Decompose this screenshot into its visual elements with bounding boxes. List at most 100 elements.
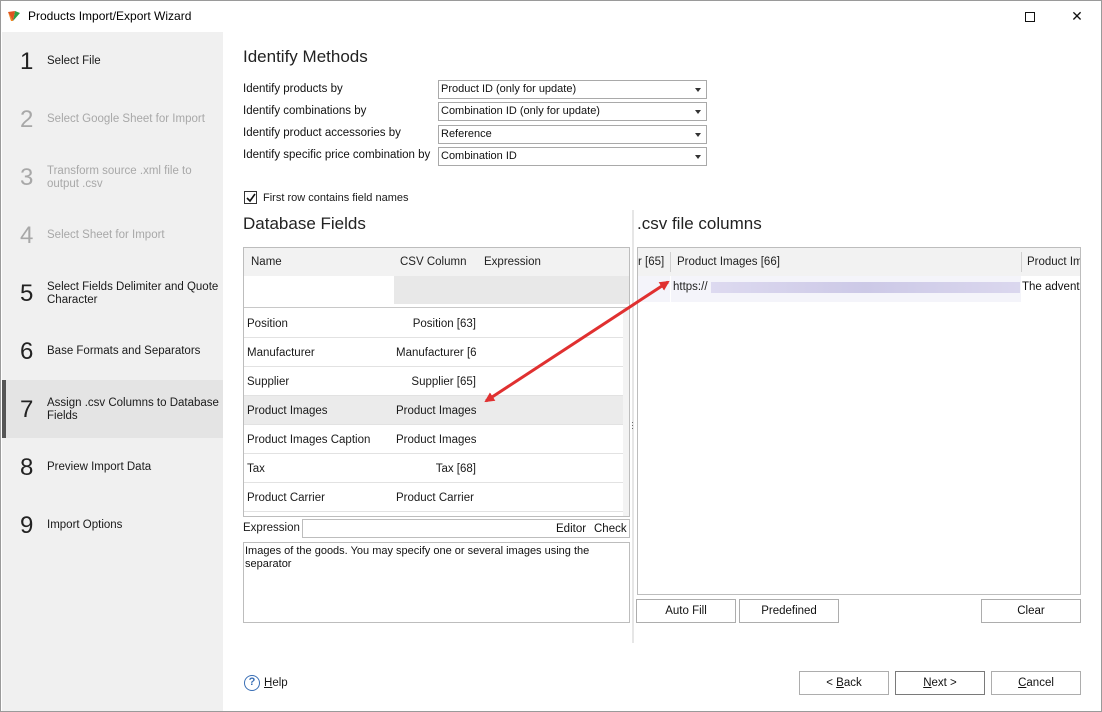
table-row[interactable]: Product Carrier Product Carrier	[244, 483, 623, 512]
window-title: Products Import/Export Wizard	[28, 9, 192, 23]
table-row[interactable]: Supplier Supplier [65]	[244, 367, 623, 396]
maximize-icon	[1025, 11, 1035, 22]
identify-specific-price-select[interactable]: Combination ID	[438, 147, 707, 166]
close-button[interactable]: ✕	[1054, 1, 1100, 32]
column-header-supplier[interactable]: r [65]	[638, 256, 664, 268]
dropdown-arrow-icon	[695, 155, 701, 159]
vertical-scrollbar[interactable]	[623, 308, 629, 516]
table-cell	[638, 276, 670, 302]
step-label: Select File	[47, 55, 101, 67]
step-label: Import Options	[47, 519, 123, 531]
step-fields-delimiter[interactable]: 5 Select Fields Delimiter and Quote Char…	[2, 264, 223, 322]
field-name: Position	[247, 318, 288, 330]
select-value: Product ID (only for update)	[441, 83, 577, 95]
field-description-box: Images of the goods. You may specify one…	[243, 542, 630, 623]
csv-column-value: Manufacturer [6	[396, 347, 476, 359]
column-header-expression[interactable]: Expression	[484, 256, 541, 268]
image-url-cell: https://	[673, 281, 708, 293]
next-button[interactable]: Next >	[895, 671, 985, 695]
identify-combinations-label: Identify combinations by	[243, 105, 367, 117]
grid-filter-row	[244, 276, 629, 304]
table-row-selected[interactable]: Product Images Product Images	[244, 396, 623, 425]
identify-accessories-select[interactable]: Reference	[438, 125, 707, 144]
divider	[1021, 252, 1022, 272]
wizard-window: Products Import/Export Wizard ✕ 1 Select…	[0, 0, 1102, 712]
step-number: 4	[20, 222, 34, 249]
csv-column-value: Supplier [65]	[411, 376, 476, 388]
maximize-button[interactable]	[1007, 1, 1053, 32]
step-preview-import[interactable]: 8 Preview Import Data	[2, 438, 223, 496]
name-filter-input[interactable]	[244, 276, 394, 304]
csv-columns-title: .csv file columns	[637, 214, 762, 233]
field-name: Product Images Caption	[247, 434, 371, 446]
csv-columns-grid: r [65] Product Images [66] Product Im ht…	[637, 247, 1081, 595]
select-value: Reference	[441, 128, 492, 140]
field-name: Tax	[247, 463, 265, 475]
column-header-name[interactable]: Name	[251, 256, 282, 268]
identify-products-label: Identify products by	[243, 83, 343, 95]
help-link[interactable]: Help	[264, 677, 288, 689]
step-base-formats[interactable]: 6 Base Formats and Separators	[2, 322, 223, 380]
identify-methods-title: Identify Methods	[243, 47, 368, 66]
identify-combinations-select[interactable]: Combination ID (only for update)	[438, 102, 707, 121]
step-label: Base Formats and Separators	[47, 345, 201, 357]
title-bar: Products Import/Export Wizard ✕	[1, 1, 1101, 32]
redacted-text	[711, 282, 1020, 293]
auto-fill-button[interactable]: Auto Fill	[636, 599, 736, 623]
grid-header: r [65] Product Images [66] Product Im	[638, 248, 1080, 276]
table-row[interactable]: https:// The advent	[638, 276, 1080, 302]
field-name: Manufacturer	[247, 347, 315, 359]
splitter-grip-icon: · · ·	[631, 417, 634, 433]
step-label: Select Sheet for Import	[47, 229, 165, 241]
clear-button[interactable]: Clear	[981, 599, 1081, 623]
step-select-file[interactable]: 1 Select File	[2, 32, 223, 90]
checkmark-icon	[246, 193, 256, 203]
table-row[interactable]: Manufacturer Manufacturer [6	[244, 338, 623, 367]
csv-column-value: Tax [68]	[435, 463, 476, 475]
identify-accessories-label: Identify product accessories by	[243, 127, 401, 139]
column-header-product-images-caption[interactable]: Product Im	[1027, 256, 1080, 268]
dropdown-arrow-icon	[695, 133, 701, 137]
step-number: 8	[20, 454, 34, 481]
step-number: 5	[20, 280, 34, 307]
caption-cell: The advent	[1022, 281, 1080, 293]
field-name: Supplier	[247, 376, 290, 388]
back-button[interactable]: < Back	[799, 671, 889, 695]
app-logo-icon	[8, 11, 20, 21]
step-label: Preview Import Data	[47, 461, 152, 473]
dropdown-arrow-icon	[695, 110, 701, 114]
dropdown-arrow-icon	[695, 88, 701, 92]
close-icon: ✕	[1071, 8, 1083, 24]
field-name: Product Carrier	[247, 492, 325, 504]
step-number: 9	[20, 512, 34, 539]
step-number: 1	[20, 48, 34, 75]
step-label: Select Google Sheet for Import	[47, 113, 205, 125]
editor-link[interactable]: Editor	[556, 523, 586, 535]
database-fields-grid: Name CSV Column Expression Position Posi…	[243, 247, 630, 517]
csv-column-value: Position [63]	[412, 318, 476, 330]
step-number: 2	[20, 106, 34, 133]
field-name: Product Images	[247, 405, 328, 417]
column-header-csv-column[interactable]: CSV Column	[400, 256, 466, 268]
step-select-sheet: 4 Select Sheet for Import	[2, 206, 223, 264]
first-row-field-names-checkbox[interactable]	[244, 191, 257, 204]
check-link[interactable]: Check	[594, 523, 627, 535]
column-header-product-images[interactable]: Product Images [66]	[677, 256, 780, 268]
predefined-button[interactable]: Predefined	[739, 599, 839, 623]
step-transform-xml: 3 Transform source .xml file to output .…	[2, 148, 223, 206]
help-icon[interactable]: ?	[244, 675, 260, 691]
table-row[interactable]: Position Position [63]	[244, 309, 623, 338]
grid-header: Name CSV Column Expression	[244, 248, 629, 276]
cancel-button[interactable]: Cancel	[991, 671, 1081, 695]
step-assign-columns[interactable]: 7 Assign .csv Columns to Database Fields	[2, 380, 223, 438]
step-label: Select Fields Delimiter and Quote Charac…	[47, 281, 219, 306]
csv-column-value: Product Images	[396, 405, 476, 417]
step-number: 6	[20, 338, 34, 365]
step-import-options[interactable]: 9 Import Options	[2, 496, 223, 554]
step-number: 7	[20, 396, 34, 423]
table-row[interactable]: Tax Tax [68]	[244, 454, 623, 483]
identify-products-select[interactable]: Product ID (only for update)	[438, 80, 707, 99]
step-label: Transform source .xml file to output .cs…	[47, 165, 192, 190]
expression-label: Expression	[243, 522, 300, 534]
table-row[interactable]: Product Images Caption Product Images	[244, 425, 623, 454]
